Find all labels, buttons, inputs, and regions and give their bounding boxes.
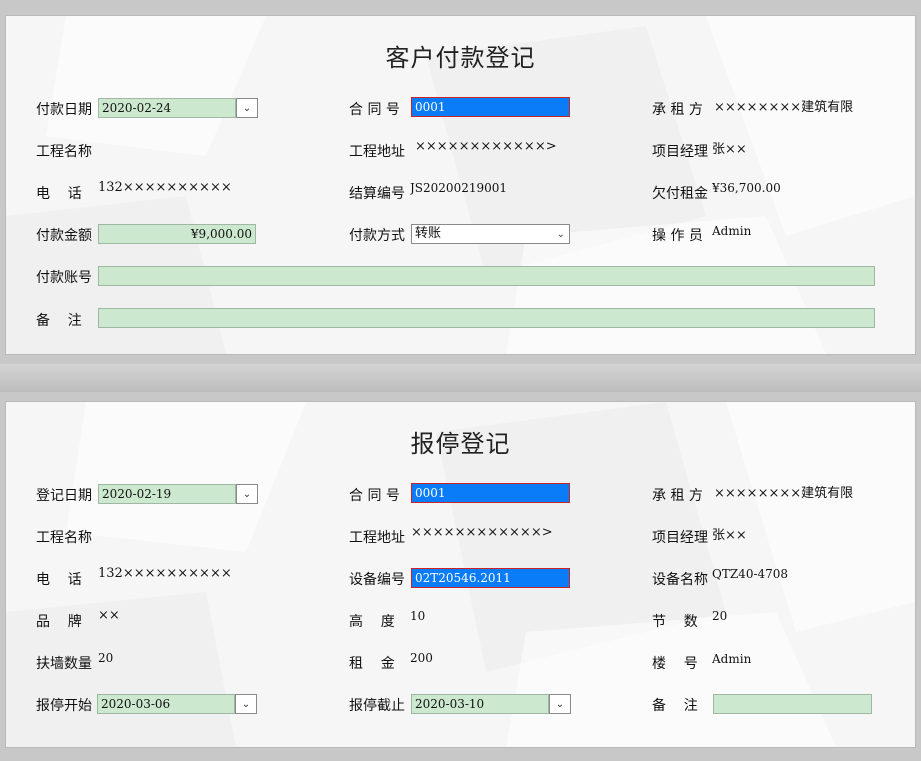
wall-count-value: 20: [98, 651, 114, 665]
operator-value: Admin: [712, 224, 752, 238]
contract-no-field[interactable]: 0001: [411, 483, 570, 503]
contract-no-field[interactable]: 0001: [411, 97, 570, 117]
arrears-value: ¥36,700.00: [712, 181, 781, 195]
amount-label: 付款金额: [36, 228, 92, 244]
payment-method-select[interactable]: 转账 ⌄: [411, 224, 570, 244]
lessee-label: 承 租 方: [652, 488, 703, 504]
sections-label: 节 数: [652, 614, 698, 630]
lessee-value: ××××××××建筑有限: [714, 486, 854, 501]
settlement-no-label: 结算编号: [349, 186, 405, 202]
project-address-label: 工程地址: [349, 144, 405, 160]
rent-value: 200: [410, 651, 433, 665]
date-picker-icon[interactable]: ⌄: [236, 484, 258, 504]
amount-field[interactable]: ¥9,000.00: [98, 224, 256, 244]
phone-value: 132××××××××××: [98, 180, 232, 195]
suspend-end-field[interactable]: 2020-03-10: [411, 694, 549, 714]
suspend-end-label: 报停截止: [349, 698, 405, 714]
project-manager-value: 张××: [712, 142, 747, 157]
chevron-down-icon[interactable]: ⌄: [557, 226, 565, 243]
phone-label: 电 话: [36, 186, 82, 202]
project-manager-label: 项目经理: [652, 144, 708, 160]
wall-count-label: 扶墙数量: [36, 656, 92, 672]
arrears-label: 欠付租金: [652, 186, 708, 202]
account-label: 付款账号: [36, 270, 92, 286]
lessee-value: ××××××××建筑有限: [714, 100, 854, 115]
phone-label: 电 话: [36, 572, 82, 588]
page-title: 客户付款登记: [385, 44, 536, 72]
settlement-no-value: JS20200219001: [410, 181, 508, 195]
payment-method-value: 转账: [415, 226, 442, 241]
rent-label: 租 金: [349, 656, 395, 672]
project-manager-label: 项目经理: [652, 530, 708, 546]
date-picker-icon[interactable]: ⌄: [549, 694, 571, 714]
payment-panel: 客户付款登记 付款日期 2020-02-24 ⌄ 合 同 号 0001 承 租 …: [5, 15, 916, 355]
date-picker-icon[interactable]: ⌄: [236, 98, 258, 118]
height-label: 高 度: [349, 614, 395, 630]
date-picker-icon[interactable]: ⌄: [235, 694, 257, 714]
contract-no-label: 合 同 号: [349, 488, 400, 504]
remark-field[interactable]: [98, 308, 875, 328]
project-name-label: 工程名称: [36, 530, 92, 546]
payment-method-label: 付款方式: [349, 228, 405, 244]
pay-date-field[interactable]: 2020-02-24: [98, 98, 236, 118]
account-field[interactable]: [98, 266, 875, 286]
device-name-label: 设备名称: [652, 572, 708, 588]
suspend-panel: 报停登记 登记日期 2020-02-19 ⌄ 合 同 号 0001 承 租 方 …: [5, 401, 916, 748]
sections-value: 20: [712, 609, 728, 623]
brand-label: 品 牌: [36, 614, 82, 630]
floor-value: Admin: [712, 652, 752, 666]
remark-field[interactable]: [713, 694, 872, 714]
lessee-label: 承 租 方: [652, 102, 703, 118]
project-address-value: ××××××××××××>: [415, 139, 557, 154]
panel-separator: [0, 364, 921, 392]
suspend-start-label: 报停开始: [36, 698, 92, 714]
contract-no-label: 合 同 号: [349, 102, 400, 118]
project-address-value: ××××××××××××>: [411, 525, 553, 540]
reg-date-label: 登记日期: [36, 488, 92, 504]
reg-date-field[interactable]: 2020-02-19: [98, 484, 236, 504]
pay-date-label: 付款日期: [36, 102, 92, 118]
project-address-label: 工程地址: [349, 530, 405, 546]
floor-label: 楼 号: [652, 656, 698, 672]
device-no-field[interactable]: 02T20546.2011: [411, 568, 570, 588]
phone-value: 132××××××××××: [98, 566, 232, 581]
operator-label: 操 作 员: [652, 228, 703, 244]
project-manager-value: 张××: [712, 528, 747, 543]
device-no-label: 设备编号: [349, 572, 405, 588]
project-name-label: 工程名称: [36, 144, 92, 160]
brand-value: ××: [98, 608, 120, 623]
height-value: 10: [410, 609, 426, 623]
device-name-value: QTZ40-4708: [712, 567, 789, 581]
suspend-start-field[interactable]: 2020-03-06: [97, 694, 235, 714]
remark-label: 备 注: [652, 698, 698, 714]
page-title: 报停登记: [410, 430, 511, 458]
remark-label: 备 注: [36, 313, 82, 329]
